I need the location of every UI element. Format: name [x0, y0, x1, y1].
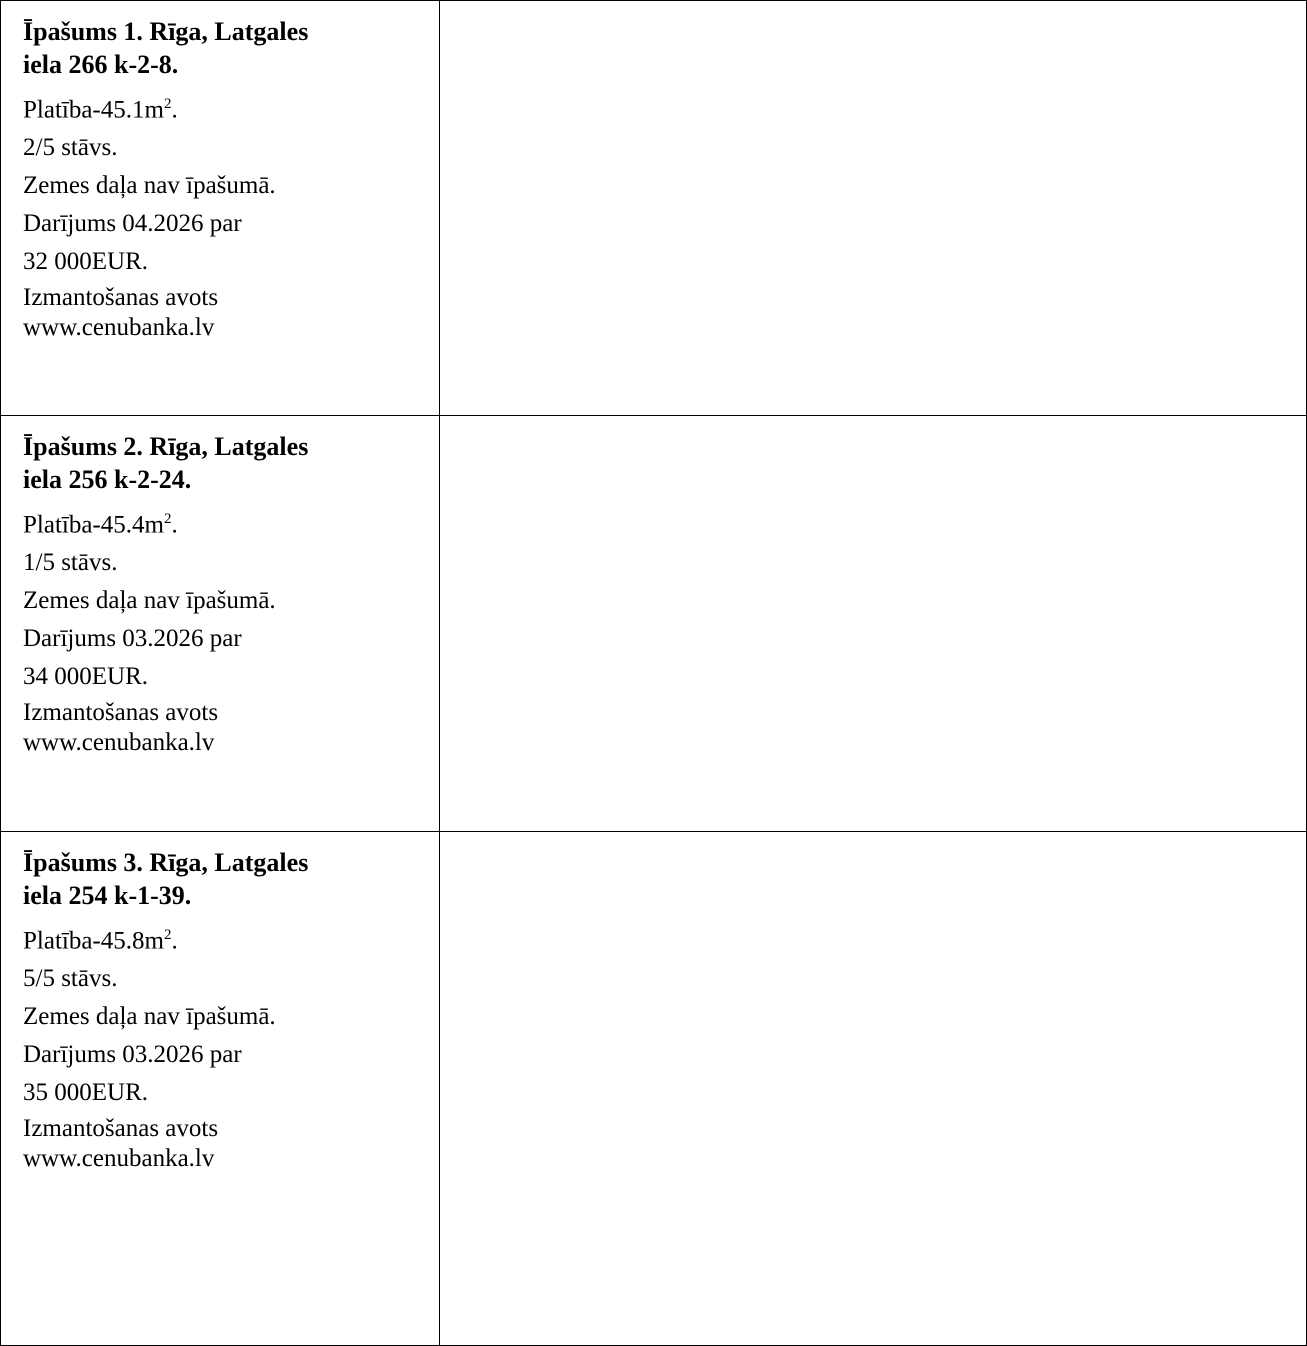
property-summary: Īpašums 2. Rīga, Latgales iela 256 k-2-24… [0, 415, 440, 832]
deal-line2-text: 32 000EUR. [23, 248, 148, 276]
area-value: Platība-45.8m [23, 927, 164, 955]
source-line1-text: Izmantošanas avots [23, 284, 219, 312]
property-title: Īpašums 3. Rīga, Latgales iela 254 k-1-39… [23, 846, 429, 912]
source-line1-text: Izmantošanas avots [23, 1115, 219, 1143]
area-value: Platība-45.4m [23, 511, 164, 539]
source-line2-text: www.cenubanka.lv [23, 729, 215, 757]
title-line: Īpašums 3. Rīga, Latgales [23, 848, 309, 877]
source-line1-text: Izmantošanas avots [23, 699, 219, 727]
floor-text: 2/5 stāvs. [23, 134, 118, 162]
deal-line1-text: Darījums 04.2026 par [23, 210, 242, 238]
title-line: iela 254 k-1-39. [23, 881, 192, 910]
land-text: Zemes daļa nav īpašumā. [23, 172, 276, 200]
property-summary: Īpašums 1. Rīga, Latgales iela 266 k-2-8.… [0, 0, 440, 416]
title-line: iela 266 k-2-8. [23, 50, 179, 79]
property-row: Īpašums 2. Rīga, Latgales iela 256 k-2-24… [0, 415, 1307, 832]
title-line: iela 256 k-2-24. [23, 465, 192, 494]
property-title: Īpašums 1. Rīga, Latgales iela 266 k-2-8. [23, 15, 429, 81]
property-summary: Īpašums 3. Rīga, Latgales iela 254 k-1-39… [0, 831, 440, 1346]
screenshot-cell: ●Latgales iela 254 k-1 - 39, Rīga (Ķenga… [439, 831, 1307, 1346]
source-line2-text: www.cenubanka.lv [23, 314, 215, 342]
area-text: Platība-45.4m2. [23, 500, 429, 544]
area-value: Platība-45.1m [23, 96, 164, 124]
area-period: . [171, 96, 178, 124]
deal-line1-text: Darījums 03.2026 par [23, 625, 242, 653]
title-line: Īpašums 1. Rīga, Latgales [23, 17, 309, 46]
area-text: Platība-45.1m2. [23, 85, 429, 129]
title-line: Īpašums 2. Rīga, Latgales [23, 432, 309, 461]
area-text: Platība-45.8m2. [23, 916, 429, 960]
area-period: . [171, 927, 178, 955]
land-text: Zemes daļa nav īpašumā. [23, 587, 276, 615]
property-title: Īpašums 2. Rīga, Latgales iela 256 k-2-24… [23, 430, 429, 496]
deal-line2-text: 35 000EUR. [23, 1079, 148, 1107]
floor-text: 1/5 stāvs. [23, 549, 118, 577]
source-line2-text: www.cenubanka.lv [23, 1145, 215, 1173]
screenshot-cell: ●Latgales iela 256 k-2 - 24, Rīga (Ķenga… [439, 415, 1307, 832]
deal-line2-text: 34 000EUR. [23, 663, 148, 691]
deal-line1-text: Darījums 03.2026 par [23, 1041, 242, 1069]
land-text: Zemes daļa nav īpašumā. [23, 1003, 276, 1031]
floor-text: 5/5 stāvs. [23, 965, 118, 993]
property-row: Īpašums 3. Rīga, Latgales iela 254 k-1-39… [0, 831, 1307, 1346]
area-period: . [171, 511, 178, 539]
property-row: Īpašums 1. Rīga, Latgales iela 266 k-2-8.… [0, 0, 1307, 416]
screenshot-cell: ●Latgales iela 266 k-2 - 8, Rīga (Ķengar… [439, 0, 1307, 416]
